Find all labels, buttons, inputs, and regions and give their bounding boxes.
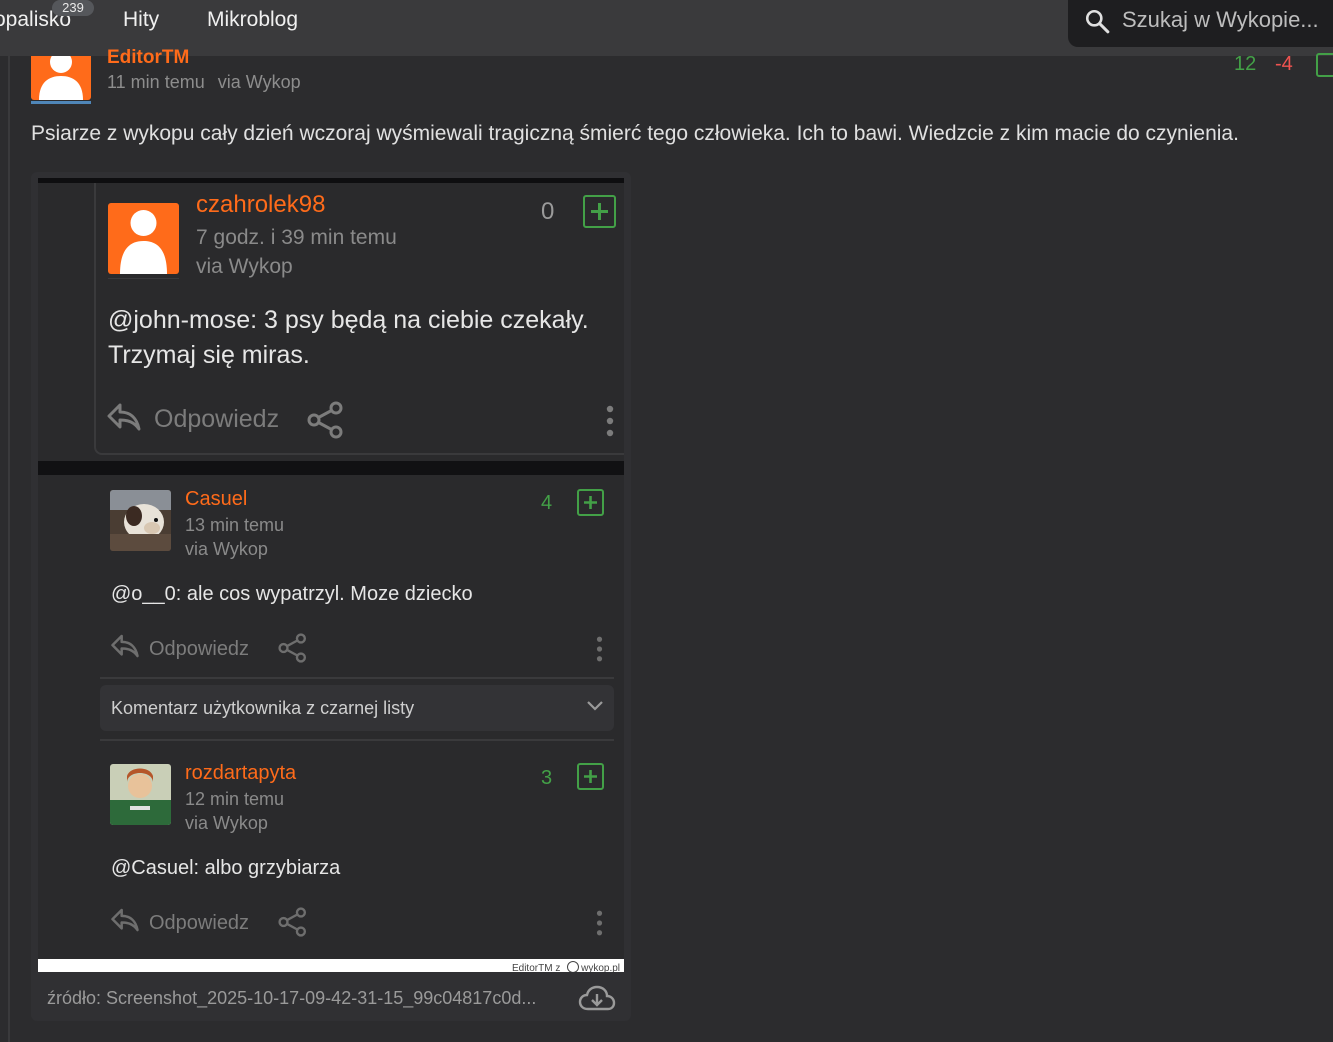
divider [100, 677, 614, 679]
nav-item-hity[interactable]: Hity [123, 8, 159, 32]
plus-vote-button [583, 195, 616, 228]
comment-time: 12 min temu [185, 789, 285, 809]
reply-icon [107, 403, 141, 431]
post-via: via Wykop [217, 72, 301, 92]
comment-via: via Wykop [196, 255, 293, 278]
reply-link: Odpowiedz [149, 638, 250, 660]
image-source: źródło: Screenshot_2025-10-17-09-42-31-1… [47, 988, 537, 1008]
comment-via: via Wykop [185, 539, 268, 559]
plus-vote-button[interactable] [1316, 53, 1333, 77]
comment-votes: 4 [541, 492, 553, 514]
blacklisted-comment-label: Komentarz użytkownika z czarnej listy [111, 698, 415, 718]
plus-vote-button [577, 763, 604, 790]
more-options-icon [596, 636, 603, 662]
reply-link: Odpowiedz [154, 405, 280, 433]
thread-line [8, 56, 10, 1042]
share-icon [278, 907, 307, 937]
plus-vote-button [577, 489, 604, 516]
cartoon-avatar [110, 764, 171, 825]
comment-via: via Wykop [185, 813, 268, 833]
comment-text: @Casuel: albo grzybiarza [111, 857, 341, 879]
watermark-user: EditorTM [511, 963, 553, 972]
blacklisted-comment-bar: Komentarz użytkownika z czarnej listy [100, 685, 614, 731]
nav-item-wykopalisko[interactable]: opalisko 239 [0, 0, 94, 32]
avatar[interactable] [31, 56, 91, 100]
comment-time: 7 godz. i 39 min temu [196, 226, 397, 249]
search-icon [1085, 9, 1110, 34]
vote-up-count: 12 [1234, 53, 1257, 75]
share-icon [307, 401, 343, 439]
reply-icon [111, 908, 139, 932]
avatar [110, 764, 171, 825]
more-options-icon [606, 405, 614, 437]
comment-author: czahrolek98 [196, 191, 326, 218]
cloud-download-icon[interactable] [578, 985, 616, 1013]
comment-text-line2: Trzymaj się miras. [108, 341, 310, 369]
avatar-underline [31, 101, 91, 104]
top-nav: opalisko 239 Hity Mikroblog [0, 0, 1333, 56]
dog-photo-avatar [110, 490, 171, 551]
screenshot-watermark-bar: EditorTM z wykop.pl [38, 959, 624, 972]
search-input[interactable] [1122, 5, 1333, 35]
post-body: Psiarze z wykopu cały dzień wczoraj wyśm… [31, 122, 1239, 145]
avatar-underline [108, 278, 179, 279]
vote-down-count: -4 [1275, 53, 1293, 75]
comment-text: @o__0: ale cos wypatrzyl. Moze dziecko [111, 583, 473, 605]
comment-text: @john-mose: 3 psy będą na ciebie czekały… [108, 306, 589, 334]
comment-author: Casuel [185, 488, 248, 510]
avatar [108, 203, 179, 274]
nav-count-badge: 239 [52, 0, 94, 16]
default-avatar-icon [39, 56, 83, 100]
chevron-down-icon [587, 701, 603, 711]
comment-votes: 0 [541, 198, 555, 225]
comment-time: 13 min temu [185, 515, 285, 535]
more-options-icon [596, 910, 603, 936]
comment-author: rozdartapyta [185, 762, 297, 784]
nav-item-mikroblog[interactable]: Mikroblog [207, 8, 298, 32]
post-author[interactable]: EditorTM [107, 46, 189, 64]
post-time[interactable]: 11 min temu [107, 72, 205, 92]
comment-votes: 3 [541, 767, 553, 789]
reply-icon [111, 634, 139, 658]
watermark-site: wykop.pl [581, 963, 620, 972]
divider [100, 739, 614, 741]
plus-icon [584, 770, 597, 783]
wykop-logo-icon [567, 961, 580, 972]
reply-link: Odpowiedz [149, 912, 250, 934]
default-avatar-icon [120, 210, 167, 274]
search-box[interactable] [1068, 0, 1333, 47]
watermark: EditorTM z wykop.pl [512, 961, 620, 972]
avatar [110, 490, 171, 551]
section-separator [38, 461, 624, 475]
embedded-screenshot[interactable]: czahrolek98 7 godz. i 39 min temu via Wy… [38, 178, 624, 972]
post-meta: 11 min temu via Wykop [107, 72, 301, 93]
share-icon [278, 633, 307, 663]
plus-icon [584, 496, 597, 509]
watermark-z: z [555, 963, 561, 972]
plus-icon [591, 203, 608, 220]
